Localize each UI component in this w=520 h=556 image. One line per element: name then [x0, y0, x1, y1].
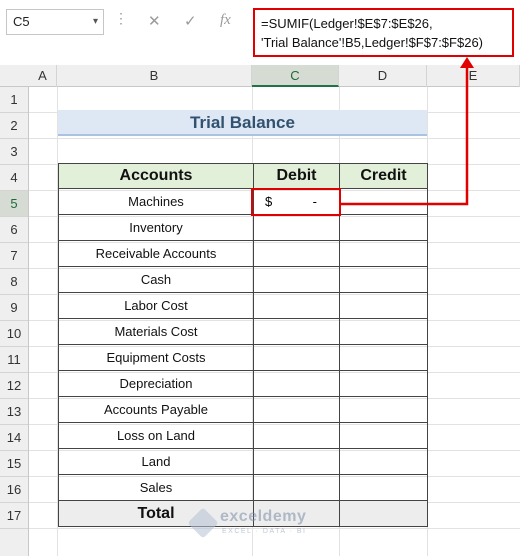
row-header[interactable]: 10	[0, 321, 28, 347]
formula-buttons: ✕ ✓ fx	[138, 9, 248, 35]
more-options-icon[interactable]: ⋮	[114, 10, 128, 27]
selected-cell-c5[interactable]: $ -	[251, 188, 341, 216]
account-cell[interactable]: Labor Cost	[58, 292, 254, 319]
table-row: Loss on Land	[58, 422, 428, 449]
row-header[interactable]: 3	[0, 139, 28, 165]
table-row: Receivable Accounts	[58, 240, 428, 267]
watermark-name: exceldemy	[220, 508, 307, 525]
row-header[interactable]: 9	[0, 295, 28, 321]
column-headers: A B C D E	[0, 65, 520, 87]
cancel-icon[interactable]: ✕	[148, 12, 161, 30]
row-header[interactable]: 4	[0, 165, 28, 191]
table-row: Land	[58, 448, 428, 475]
exceldemy-logo-icon	[187, 507, 219, 539]
row-header[interactable]: 7	[0, 243, 28, 269]
credit-cell[interactable]	[339, 188, 428, 215]
name-box[interactable]: C5 ▾	[6, 9, 104, 35]
column-header-d[interactable]: D	[339, 65, 427, 87]
account-cell[interactable]: Machines	[58, 188, 254, 215]
account-cell[interactable]: Depreciation	[58, 370, 254, 397]
row-header[interactable]: 12	[0, 373, 28, 399]
table-row: Accounts Payable	[58, 396, 428, 423]
account-cell[interactable]: Land	[58, 448, 254, 475]
debit-cell[interactable]	[253, 240, 340, 267]
account-cell[interactable]: Sales	[58, 474, 254, 501]
c5-value: -	[312, 194, 317, 209]
gridline	[29, 138, 520, 139]
row-header[interactable]: 5	[0, 191, 28, 217]
debit-cell[interactable]	[253, 422, 340, 449]
credit-cell[interactable]	[339, 448, 428, 475]
chevron-down-icon[interactable]: ▾	[93, 10, 98, 34]
credit-cell[interactable]	[339, 292, 428, 319]
table-row: Depreciation	[58, 370, 428, 397]
enter-icon[interactable]: ✓	[184, 12, 197, 30]
account-cell[interactable]: Accounts Payable	[58, 396, 254, 423]
debit-cell[interactable]	[253, 344, 340, 371]
table-row: Cash	[58, 266, 428, 293]
row-header[interactable]: 13	[0, 399, 28, 425]
column-header-a[interactable]: A	[29, 65, 57, 87]
formula-input[interactable]: =SUMIF(Ledger!$E$7:$E$26, 'Trial Balance…	[253, 8, 514, 57]
debit-header[interactable]: Debit	[253, 163, 340, 189]
trial-balance-table: Accounts Debit Credit Machines Inventory…	[58, 163, 428, 527]
credit-cell[interactable]	[339, 240, 428, 267]
debit-cell[interactable]	[253, 318, 340, 345]
account-cell[interactable]: Receivable Accounts	[58, 240, 254, 267]
credit-cell[interactable]	[339, 344, 428, 371]
total-credit-cell[interactable]	[339, 500, 428, 527]
debit-cell[interactable]	[253, 292, 340, 319]
account-cell[interactable]: Cash	[58, 266, 254, 293]
column-header-c[interactable]: C	[252, 65, 339, 87]
debit-cell[interactable]	[253, 266, 340, 293]
row-header[interactable]: 2	[0, 113, 28, 139]
name-box-value: C5	[13, 14, 30, 29]
credit-cell[interactable]	[339, 396, 428, 423]
column-header-b[interactable]: B	[57, 65, 252, 87]
table-header-row: Accounts Debit Credit	[58, 163, 428, 189]
credit-cell[interactable]	[339, 214, 428, 241]
watermark-tagline: EXCEL · DATA · BI	[222, 528, 307, 535]
row-header[interactable]: 6	[0, 217, 28, 243]
credit-header[interactable]: Credit	[339, 163, 428, 189]
account-cell[interactable]: Loss on Land	[58, 422, 254, 449]
account-cell[interactable]: Equipment Costs	[58, 344, 254, 371]
credit-cell[interactable]	[339, 370, 428, 397]
account-cell[interactable]: Inventory	[58, 214, 254, 241]
accounts-header[interactable]: Accounts	[58, 163, 254, 189]
formula-line-1: =SUMIF(Ledger!$E$7:$E$26,	[261, 16, 433, 31]
debit-cell[interactable]	[253, 396, 340, 423]
row-header[interactable]: 14	[0, 425, 28, 451]
row-header[interactable]: 15	[0, 451, 28, 477]
row-headers: 1 2 3 4 5 6 7 8 9 10 11 12 13 14 15 16 1…	[0, 87, 29, 556]
table-row: Sales	[58, 474, 428, 501]
formula-bar: C5 ▾ ⋮ ✕ ✓ fx =SUMIF(Ledger!$E$7:$E$26, …	[0, 0, 520, 62]
table-row: Machines	[58, 188, 428, 215]
watermark: exceldemy EXCEL · DATA · BI	[187, 506, 348, 546]
formula-line-2: 'Trial Balance'!B5,Ledger!$F$7:$F$26)	[261, 35, 483, 50]
debit-cell[interactable]	[253, 370, 340, 397]
table-row: Inventory	[58, 214, 428, 241]
credit-cell[interactable]	[339, 422, 428, 449]
row-header[interactable]: 17	[0, 503, 28, 529]
column-header-e[interactable]: E	[427, 65, 520, 87]
debit-cell[interactable]	[253, 448, 340, 475]
fx-icon[interactable]: fx	[220, 12, 231, 29]
table-row: Equipment Costs	[58, 344, 428, 371]
table-row: Materials Cost	[58, 318, 428, 345]
table-row: Labor Cost	[58, 292, 428, 319]
row-header[interactable]: 11	[0, 347, 28, 373]
credit-cell[interactable]	[339, 266, 428, 293]
row-header[interactable]: 1	[0, 87, 28, 113]
credit-cell[interactable]	[339, 474, 428, 501]
credit-cell[interactable]	[339, 318, 428, 345]
sheet-title[interactable]: Trial Balance	[58, 110, 427, 136]
currency-symbol: $	[265, 194, 273, 209]
row-header[interactable]: 16	[0, 477, 28, 503]
debit-cell[interactable]	[253, 214, 340, 241]
row-header[interactable]: 8	[0, 269, 28, 295]
debit-cell[interactable]	[253, 474, 340, 501]
account-cell[interactable]: Materials Cost	[58, 318, 254, 345]
